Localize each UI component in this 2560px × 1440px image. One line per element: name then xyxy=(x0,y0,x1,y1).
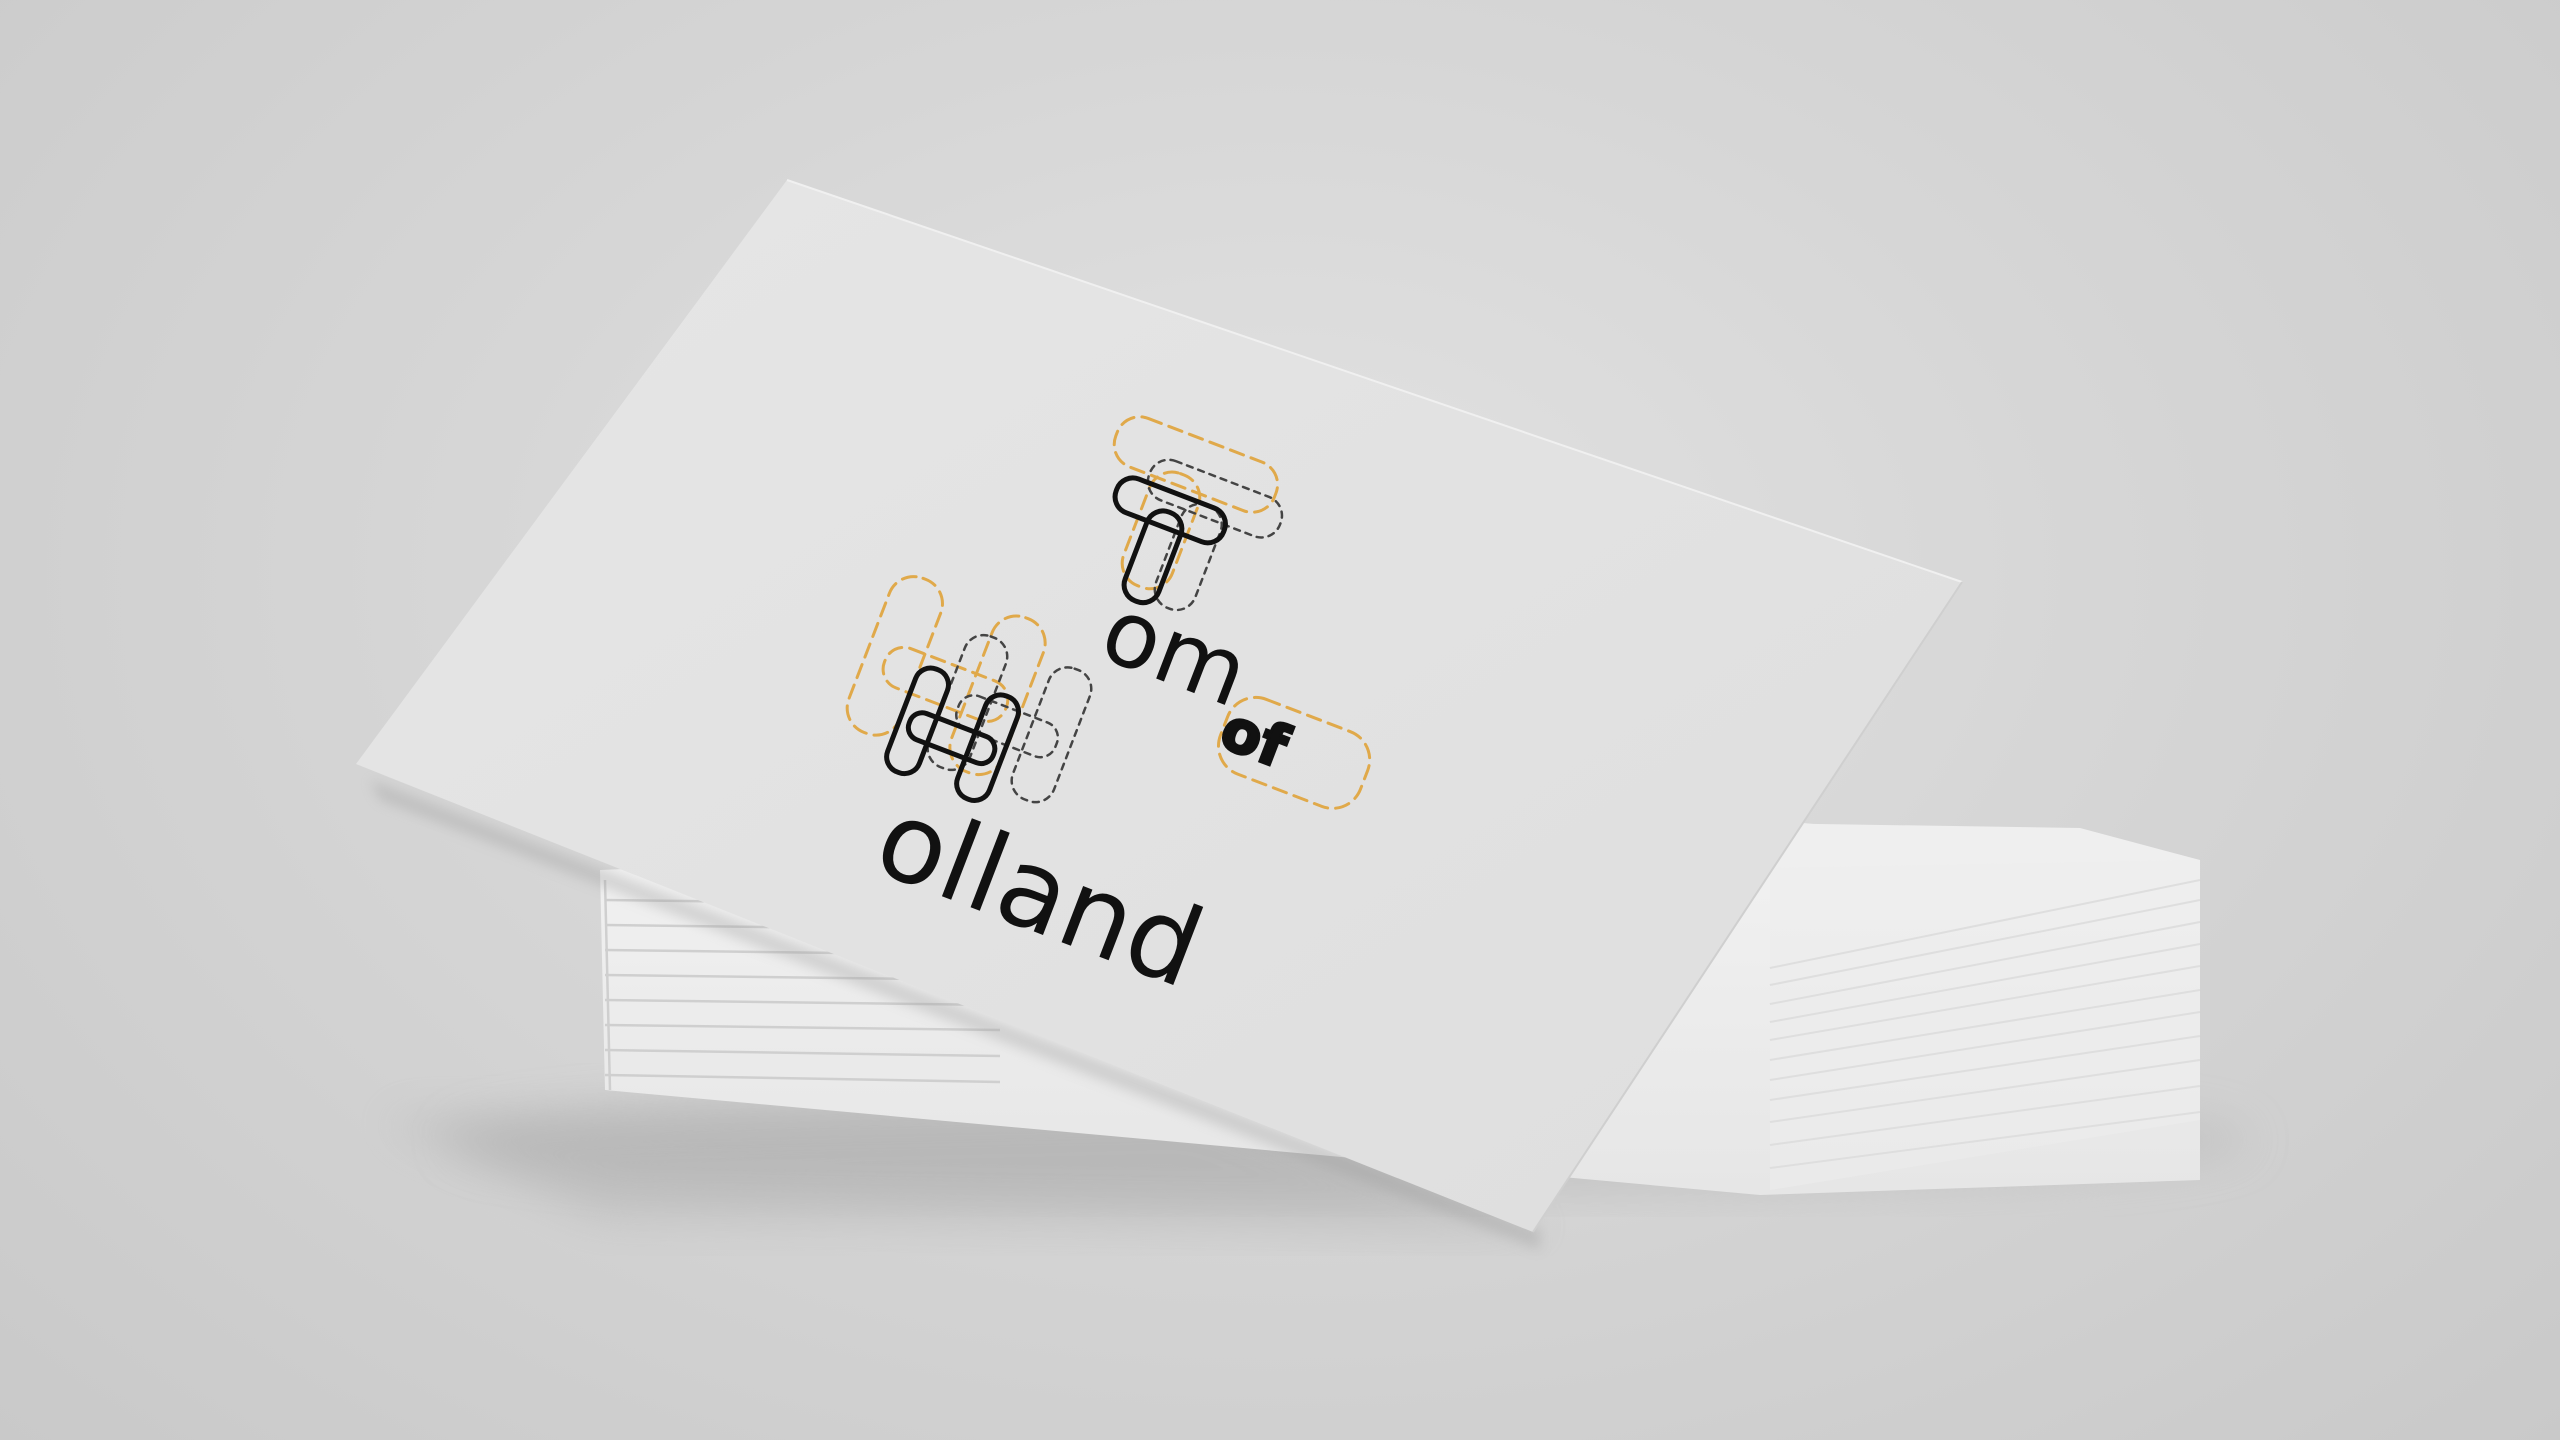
mockup-canvas: of om olland xyxy=(356,179,2250,1250)
mockup-scene: of om olland xyxy=(0,0,2560,1440)
